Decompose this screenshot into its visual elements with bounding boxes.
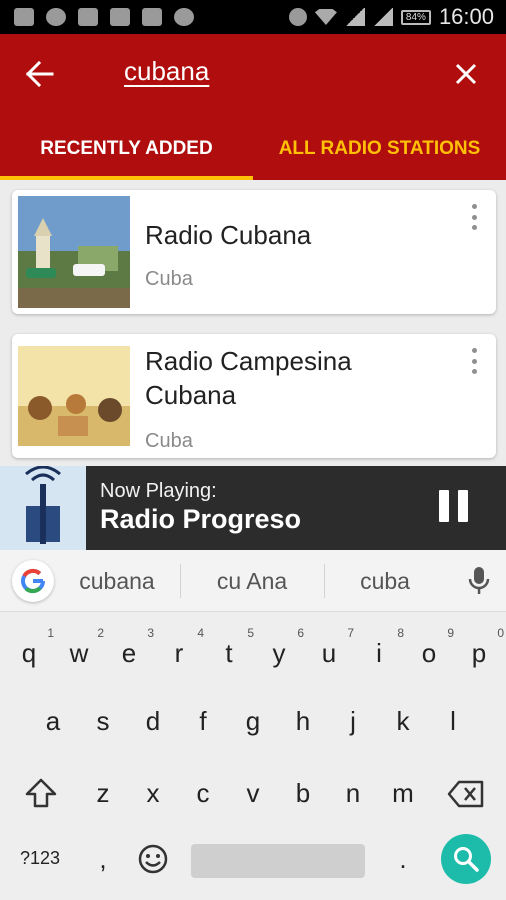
key-k[interactable]: k xyxy=(378,696,428,752)
search-key[interactable] xyxy=(441,834,491,884)
suggestion-3[interactable]: cuba xyxy=(330,568,440,595)
clock: 16:00 xyxy=(438,4,494,29)
now-playing-bar[interactable]: Now Playing: Radio Progreso xyxy=(0,465,506,550)
now-playing-station: Radio Progreso xyxy=(100,504,302,534)
app-icon xyxy=(174,8,194,26)
voice-input-button[interactable] xyxy=(466,566,492,596)
key-s[interactable]: s xyxy=(78,696,128,752)
suggestion-1[interactable]: cubana xyxy=(62,568,172,595)
key-j[interactable]: j xyxy=(328,696,378,752)
back-button[interactable] xyxy=(20,56,60,92)
key-w[interactable]: 2w xyxy=(54,626,104,682)
station-thumbnail xyxy=(18,196,130,308)
key-o[interactable]: 9o xyxy=(404,626,454,682)
key-q[interactable]: 1q xyxy=(4,626,54,682)
search-input[interactable]: cubana xyxy=(124,56,209,87)
station-country: Cuba xyxy=(145,268,193,290)
comma-key[interactable]: , xyxy=(78,840,128,884)
tab-recently-added[interactable]: RECENTLY ADDED xyxy=(0,124,253,180)
key-v[interactable]: v xyxy=(228,768,278,824)
key-d[interactable]: d xyxy=(128,696,178,752)
backspace-key[interactable] xyxy=(438,768,494,824)
clear-search-button[interactable] xyxy=(446,56,486,92)
key-g[interactable]: g xyxy=(228,696,278,752)
backspace-icon xyxy=(447,780,484,808)
battery-icon: 84% xyxy=(400,9,431,25)
tab-label: ALL RADIO STATIONS xyxy=(278,138,481,159)
key-n[interactable]: n xyxy=(328,768,378,824)
more-vert-icon xyxy=(471,204,477,209)
status-bar: 84% 16:00 xyxy=(0,0,506,34)
search-icon xyxy=(454,847,479,872)
microphone-icon xyxy=(468,567,490,594)
chrome-icon xyxy=(46,8,66,26)
suggestion-divider xyxy=(324,564,325,598)
more-options-button[interactable] xyxy=(466,348,482,374)
soft-keyboard: 1q 2w 3e 4r 5t 6y 7u 8i 9o 0p a s d f g … xyxy=(0,612,506,900)
station-thumbnail xyxy=(18,346,130,446)
key-h[interactable]: h xyxy=(278,696,328,752)
period-key[interactable]: . xyxy=(378,840,428,884)
pause-button[interactable] xyxy=(436,490,470,524)
station-name: Radio Campesina Cubana xyxy=(145,346,352,410)
station-name: Radio Cubana xyxy=(145,220,312,250)
signal-icon xyxy=(344,8,365,26)
station-card[interactable]: Radio Campesina Cubana Cuba xyxy=(12,334,496,458)
station-list[interactable]: Radio Cubana Cuba Radio Campesina Cubana… xyxy=(0,180,506,466)
key-t[interactable]: 5t xyxy=(204,626,254,682)
key-u[interactable]: 7u xyxy=(304,626,354,682)
key-l[interactable]: l xyxy=(428,696,478,752)
arrow-left-icon xyxy=(26,61,54,87)
key-a[interactable]: a xyxy=(28,696,78,752)
shift-icon xyxy=(25,778,57,808)
key-x[interactable]: x xyxy=(128,768,178,824)
close-icon xyxy=(455,63,477,85)
app-bar: cubana RECENTLY ADDED ALL RADIO STATIONS xyxy=(0,34,506,180)
google-icon xyxy=(21,568,45,594)
signal-2-icon xyxy=(372,8,393,26)
key-r[interactable]: 4r xyxy=(154,626,204,682)
gallery-icon xyxy=(142,8,162,26)
shift-key[interactable] xyxy=(16,768,66,824)
now-playing-label: Now Playing: xyxy=(100,480,217,502)
wifi-icon xyxy=(314,9,337,25)
space-key[interactable] xyxy=(191,844,365,878)
clean-icon xyxy=(78,8,98,26)
key-c[interactable]: c xyxy=(178,768,228,824)
key-e[interactable]: 3e xyxy=(104,626,154,682)
google-button[interactable] xyxy=(12,560,54,602)
station-card[interactable]: Radio Cubana Cuba xyxy=(12,190,496,314)
more-options-button[interactable] xyxy=(466,204,482,230)
keyboard-suggestion-strip: cubana cu Ana cuba xyxy=(0,550,506,612)
key-b[interactable]: b xyxy=(278,768,328,824)
notification-icon xyxy=(14,8,34,26)
emoji-key[interactable] xyxy=(128,834,178,884)
sync-icon xyxy=(288,8,307,26)
suggestion-2[interactable]: cu Ana xyxy=(192,568,312,595)
station-country: Cuba xyxy=(145,430,193,452)
more-vert-icon xyxy=(471,348,477,353)
key-z[interactable]: z xyxy=(78,768,128,824)
pause-icon xyxy=(438,490,449,522)
suggestion-divider xyxy=(180,564,181,598)
cloud-icon xyxy=(110,8,130,26)
key-f[interactable]: f xyxy=(178,696,228,752)
tab-all-radio-stations[interactable]: ALL RADIO STATIONS xyxy=(253,124,506,180)
tab-bar: RECENTLY ADDED ALL RADIO STATIONS xyxy=(0,124,506,180)
toolbar: cubana xyxy=(0,34,506,114)
key-i[interactable]: 8i xyxy=(354,626,404,682)
tab-label: RECENTLY ADDED xyxy=(40,138,213,159)
symbols-key[interactable]: ?123 xyxy=(8,840,72,884)
now-playing-logo xyxy=(0,465,86,550)
key-y[interactable]: 6y xyxy=(254,626,305,682)
key-m[interactable]: m xyxy=(378,768,428,824)
emoji-icon xyxy=(138,844,168,874)
key-p[interactable]: 0p xyxy=(454,626,504,682)
